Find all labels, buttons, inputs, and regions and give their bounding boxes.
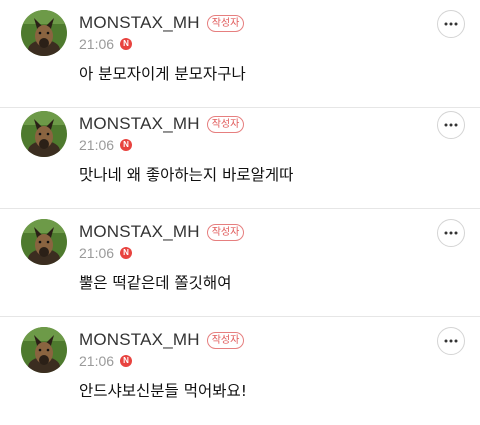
comment-list: MONSTAX_MH 작성자 21:06 N 아 분모자이게 분모자구나 MON… <box>0 0 480 423</box>
new-badge: N <box>120 38 133 50</box>
comment-text: 아 분모자이게 분모자구나 <box>79 65 246 83</box>
comment-text: 안드샤보신분들 먹어봐요! <box>79 382 248 400</box>
more-horizontal-icon <box>444 231 458 235</box>
more-horizontal-icon <box>444 339 458 343</box>
meta-row: 21:06 N <box>79 353 133 369</box>
author-badge: 작성자 <box>206 223 245 241</box>
avatar[interactable] <box>21 10 67 56</box>
author-name[interactable]: MONSTAX_MH <box>79 330 200 350</box>
comment-text: 뿔은 떡같은데 쫄깃해여 <box>79 274 232 292</box>
avatar[interactable] <box>21 219 67 265</box>
more-options-button[interactable] <box>437 10 465 38</box>
timestamp: 21:06 <box>79 36 115 52</box>
author-row: MONSTAX_MH 작성자 <box>79 329 245 351</box>
author-badge: 작성자 <box>206 115 245 133</box>
author-name[interactable]: MONSTAX_MH <box>79 114 200 134</box>
new-badge: N <box>120 355 133 367</box>
more-horizontal-icon <box>444 22 458 26</box>
comment-item: MONSTAX_MH 작성자 21:06 N 안드샤보신분들 먹어봐요! <box>0 317 480 425</box>
author-row: MONSTAX_MH 작성자 <box>79 221 245 243</box>
meta-row: 21:06 N <box>79 137 133 153</box>
timestamp: 21:06 <box>79 245 115 261</box>
comment-item: MONSTAX_MH 작성자 21:06 N 아 분모자이게 분모자구나 <box>0 0 480 108</box>
timestamp: 21:06 <box>79 137 115 153</box>
author-row: MONSTAX_MH 작성자 <box>79 12 245 34</box>
new-badge: N <box>120 139 133 151</box>
avatar[interactable] <box>21 327 67 373</box>
author-name[interactable]: MONSTAX_MH <box>79 13 200 33</box>
meta-row: 21:06 N <box>79 245 133 261</box>
more-options-button[interactable] <box>437 111 465 139</box>
comment-item: MONSTAX_MH 작성자 21:06 N 뿔은 떡같은데 쫄깃해여 <box>0 209 480 317</box>
author-row: MONSTAX_MH 작성자 <box>79 113 245 135</box>
meta-row: 21:06 N <box>79 36 133 52</box>
author-name[interactable]: MONSTAX_MH <box>79 222 200 242</box>
more-options-button[interactable] <box>437 327 465 355</box>
author-badge: 작성자 <box>206 14 245 32</box>
more-horizontal-icon <box>444 123 458 127</box>
comment-text: 맛나네 왜 좋아하는지 바로알게따 <box>79 166 294 184</box>
new-badge: N <box>120 247 133 259</box>
timestamp: 21:06 <box>79 353 115 369</box>
more-options-button[interactable] <box>437 219 465 247</box>
comment-item: MONSTAX_MH 작성자 21:06 N 맛나네 왜 좋아하는지 바로알게따 <box>0 101 480 209</box>
author-badge: 작성자 <box>206 331 245 349</box>
avatar[interactable] <box>21 111 67 157</box>
